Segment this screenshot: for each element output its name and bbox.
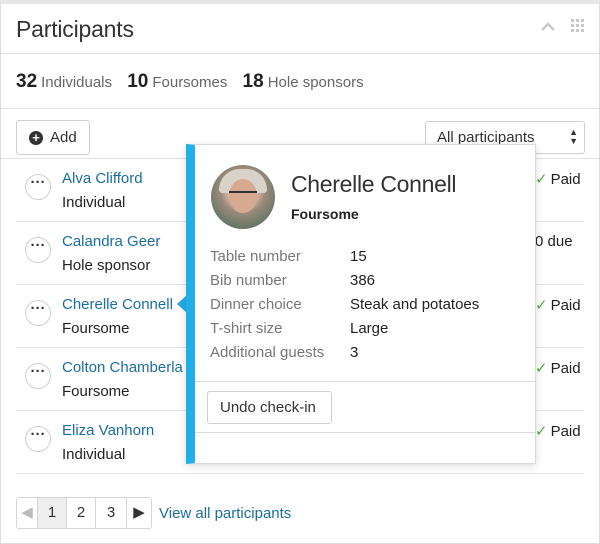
payment-status: ✓ Paid bbox=[535, 170, 581, 188]
next-page-button[interactable]: ▶ bbox=[126, 497, 152, 529]
popover-participant-name: Cherelle Connell bbox=[291, 171, 457, 197]
undo-check-in-button[interactable]: Undo check-in bbox=[207, 391, 332, 424]
avatar bbox=[211, 165, 275, 229]
page-link[interactable]: 3 bbox=[95, 497, 127, 529]
payment-status-text: 0 due bbox=[535, 233, 573, 250]
more-options-icon[interactable]: ··· bbox=[25, 426, 51, 452]
detail-label: Bib number bbox=[210, 272, 287, 289]
payment-status-text: Paid bbox=[550, 360, 581, 377]
row-divider bbox=[16, 473, 584, 474]
stat-label: Foursomes bbox=[152, 74, 228, 91]
popover-participant-type: Foursome bbox=[291, 206, 359, 222]
payment-status-text: Paid bbox=[550, 171, 581, 188]
add-button-label: Add bbox=[50, 129, 77, 146]
participant-name-link[interactable]: Eliza Vanhorn bbox=[62, 422, 154, 439]
stat-count: 32 bbox=[16, 71, 38, 92]
panel-title: Participants bbox=[16, 16, 134, 42]
payment-status: ✓ Paid bbox=[535, 359, 581, 377]
participant-name-link[interactable]: Cherelle Connell bbox=[62, 296, 173, 313]
participant-type: Foursome bbox=[62, 383, 130, 400]
check-icon: ✓ bbox=[535, 423, 548, 440]
detail-value: 386 bbox=[350, 272, 376, 289]
detail-value: Large bbox=[350, 320, 389, 337]
popover-divider bbox=[195, 432, 535, 433]
divider bbox=[1, 108, 599, 109]
check-icon: ✓ bbox=[535, 297, 548, 314]
participant-name-link[interactable]: Alva Clifford bbox=[62, 170, 143, 187]
detail-value: 15 bbox=[350, 248, 367, 265]
check-icon: ✓ bbox=[535, 360, 548, 377]
participant-type: Hole sponsor bbox=[62, 257, 151, 274]
stat-label: Individuals bbox=[41, 74, 113, 91]
more-options-icon[interactable]: ··· bbox=[25, 363, 51, 389]
detail-label: T-shirt size bbox=[210, 320, 283, 337]
detail-label: Additional guests bbox=[210, 344, 325, 361]
page-link[interactable]: 2 bbox=[66, 497, 96, 529]
stat-count: 18 bbox=[242, 71, 264, 92]
undo-check-in-label: Undo check-in bbox=[220, 399, 316, 416]
participant-name-link[interactable]: Calandra Geer bbox=[62, 233, 160, 250]
chevron-up-icon[interactable] bbox=[541, 19, 555, 37]
more-options-icon[interactable]: ··· bbox=[25, 237, 51, 263]
panel-header: Participants bbox=[1, 4, 599, 54]
participant-name-link[interactable]: Colton Chamberla bbox=[62, 359, 183, 376]
participant-type: Individual bbox=[62, 194, 126, 211]
participant-type: Foursome bbox=[62, 320, 130, 337]
more-options-icon[interactable]: ··· bbox=[25, 300, 51, 326]
stats-summary: 32 Individuals 10 Foursomes 18 Hole sponsor… bbox=[16, 71, 375, 93]
plus-icon: + bbox=[29, 131, 43, 145]
detail-label: Dinner choice bbox=[210, 296, 302, 313]
payment-status-text: Paid bbox=[550, 297, 581, 314]
payment-status-text: Paid bbox=[550, 423, 581, 440]
stat-label: Hole sponsors bbox=[267, 74, 364, 91]
prev-page-button[interactable]: ◀ bbox=[16, 497, 38, 529]
add-button[interactable]: + Add bbox=[16, 120, 90, 155]
detail-value: 3 bbox=[350, 344, 359, 361]
popover-pointer bbox=[177, 296, 186, 312]
check-icon: ✓ bbox=[535, 171, 548, 188]
select-arrows-icon: ▲ ▼ bbox=[569, 127, 578, 146]
popover-divider bbox=[195, 381, 535, 382]
more-options-icon[interactable]: ··· bbox=[25, 174, 51, 200]
stat-count: 10 bbox=[127, 71, 149, 92]
participant-type: Individual bbox=[62, 446, 126, 463]
payment-status: ✓ Paid bbox=[535, 422, 581, 440]
grid-dots-icon[interactable] bbox=[571, 19, 585, 38]
payment-status: 0 due bbox=[535, 233, 573, 250]
page-link[interactable]: 1 bbox=[37, 497, 67, 529]
view-all-participants-link[interactable]: View all participants bbox=[159, 505, 291, 522]
detail-label: Table number bbox=[210, 248, 301, 265]
participant-detail-popover: Cherelle Connell Foursome Table number 1… bbox=[186, 144, 536, 464]
payment-status: ✓ Paid bbox=[535, 296, 581, 314]
detail-value: Steak and potatoes bbox=[350, 296, 480, 313]
